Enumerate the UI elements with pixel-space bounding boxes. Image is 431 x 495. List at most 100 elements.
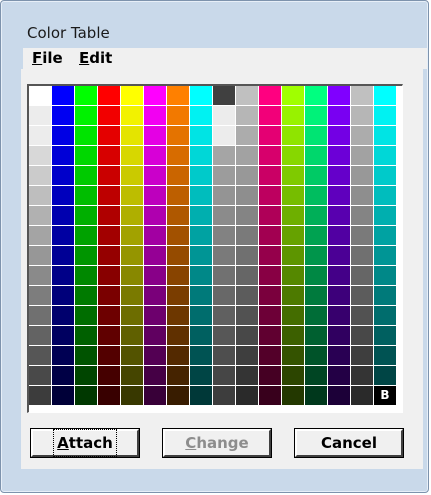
color-swatch[interactable] <box>282 186 304 205</box>
color-swatch[interactable] <box>121 146 143 165</box>
color-swatch[interactable] <box>52 326 74 345</box>
color-swatch[interactable] <box>213 126 235 145</box>
color-swatch[interactable] <box>75 166 97 185</box>
color-swatch[interactable] <box>121 126 143 145</box>
color-swatch[interactable] <box>282 346 304 365</box>
color-swatch[interactable] <box>259 366 281 385</box>
color-swatch[interactable] <box>98 346 120 365</box>
color-swatch[interactable] <box>190 106 212 125</box>
color-swatch[interactable] <box>167 306 189 325</box>
color-swatch[interactable] <box>328 246 350 265</box>
color-swatch[interactable] <box>213 206 235 225</box>
color-swatch[interactable] <box>282 366 304 385</box>
color-swatch[interactable] <box>351 206 373 225</box>
color-swatch[interactable] <box>259 246 281 265</box>
title-bar[interactable]: Color Table <box>1 1 428 42</box>
color-swatch[interactable] <box>213 226 235 245</box>
color-swatch[interactable] <box>144 346 166 365</box>
color-swatch[interactable] <box>75 386 97 405</box>
color-swatch[interactable] <box>328 266 350 285</box>
color-swatch[interactable] <box>236 346 258 365</box>
color-swatch[interactable] <box>236 146 258 165</box>
color-swatch[interactable] <box>328 86 350 105</box>
color-swatch[interactable] <box>167 166 189 185</box>
color-swatch[interactable] <box>190 126 212 145</box>
color-swatch[interactable] <box>305 86 327 105</box>
color-swatch[interactable] <box>259 226 281 245</box>
color-swatch[interactable] <box>305 106 327 125</box>
color-swatch[interactable] <box>29 266 51 285</box>
color-swatch[interactable] <box>282 246 304 265</box>
color-swatch[interactable] <box>190 306 212 325</box>
color-swatch[interactable] <box>259 346 281 365</box>
color-swatch[interactable] <box>144 266 166 285</box>
color-swatch[interactable] <box>52 306 74 325</box>
menu-edit[interactable]: Edit <box>79 49 112 67</box>
color-swatch[interactable] <box>190 246 212 265</box>
color-swatch[interactable] <box>213 306 235 325</box>
color-swatch[interactable] <box>167 366 189 385</box>
color-swatch[interactable] <box>121 86 143 105</box>
color-swatch[interactable] <box>75 286 97 305</box>
color-swatch[interactable] <box>236 246 258 265</box>
color-swatch[interactable] <box>190 266 212 285</box>
color-swatch[interactable] <box>144 286 166 305</box>
color-swatch[interactable] <box>213 286 235 305</box>
color-swatch[interactable] <box>328 366 350 385</box>
color-swatch[interactable] <box>328 306 350 325</box>
color-swatch[interactable] <box>75 346 97 365</box>
color-swatch[interactable] <box>144 246 166 265</box>
color-swatch[interactable] <box>259 186 281 205</box>
color-swatch[interactable] <box>52 86 74 105</box>
color-swatch[interactable] <box>190 206 212 225</box>
color-swatch[interactable] <box>75 186 97 205</box>
color-swatch[interactable] <box>52 386 74 405</box>
color-swatch[interactable] <box>328 106 350 125</box>
color-swatch[interactable] <box>121 326 143 345</box>
color-swatch[interactable] <box>351 186 373 205</box>
color-swatch[interactable] <box>328 386 350 405</box>
color-swatch[interactable] <box>351 306 373 325</box>
color-swatch[interactable] <box>236 86 258 105</box>
color-swatch[interactable] <box>144 306 166 325</box>
color-swatch[interactable] <box>167 206 189 225</box>
color-swatch[interactable] <box>351 146 373 165</box>
color-swatch[interactable] <box>351 226 373 245</box>
color-swatch[interactable] <box>374 126 396 145</box>
color-swatch[interactable] <box>213 246 235 265</box>
color-swatch[interactable] <box>305 366 327 385</box>
color-swatch[interactable] <box>190 346 212 365</box>
color-swatch[interactable] <box>351 366 373 385</box>
color-swatch[interactable] <box>52 206 74 225</box>
color-swatch[interactable] <box>305 146 327 165</box>
color-swatch[interactable] <box>305 266 327 285</box>
color-swatch[interactable] <box>236 286 258 305</box>
color-swatch[interactable] <box>98 106 120 125</box>
color-swatch[interactable] <box>167 246 189 265</box>
color-swatch[interactable] <box>29 106 51 125</box>
color-swatch[interactable] <box>52 246 74 265</box>
color-swatch[interactable] <box>29 306 51 325</box>
color-swatch[interactable] <box>121 166 143 185</box>
color-swatch[interactable] <box>374 246 396 265</box>
color-swatch[interactable] <box>282 146 304 165</box>
color-swatch[interactable] <box>305 306 327 325</box>
color-swatch[interactable] <box>121 386 143 405</box>
color-swatch[interactable] <box>328 126 350 145</box>
color-swatch[interactable] <box>144 226 166 245</box>
color-swatch[interactable] <box>121 226 143 245</box>
color-swatch[interactable] <box>374 206 396 225</box>
color-swatch[interactable] <box>29 146 51 165</box>
color-swatch[interactable] <box>167 86 189 105</box>
color-swatch[interactable] <box>190 86 212 105</box>
color-swatch[interactable] <box>29 326 51 345</box>
color-swatch[interactable] <box>374 346 396 365</box>
color-swatch[interactable] <box>75 106 97 125</box>
color-swatch[interactable] <box>259 266 281 285</box>
color-swatch[interactable] <box>98 166 120 185</box>
color-swatch[interactable] <box>282 326 304 345</box>
color-swatch[interactable] <box>167 146 189 165</box>
color-swatch[interactable] <box>190 366 212 385</box>
color-swatch[interactable] <box>305 206 327 225</box>
color-swatch[interactable] <box>236 326 258 345</box>
